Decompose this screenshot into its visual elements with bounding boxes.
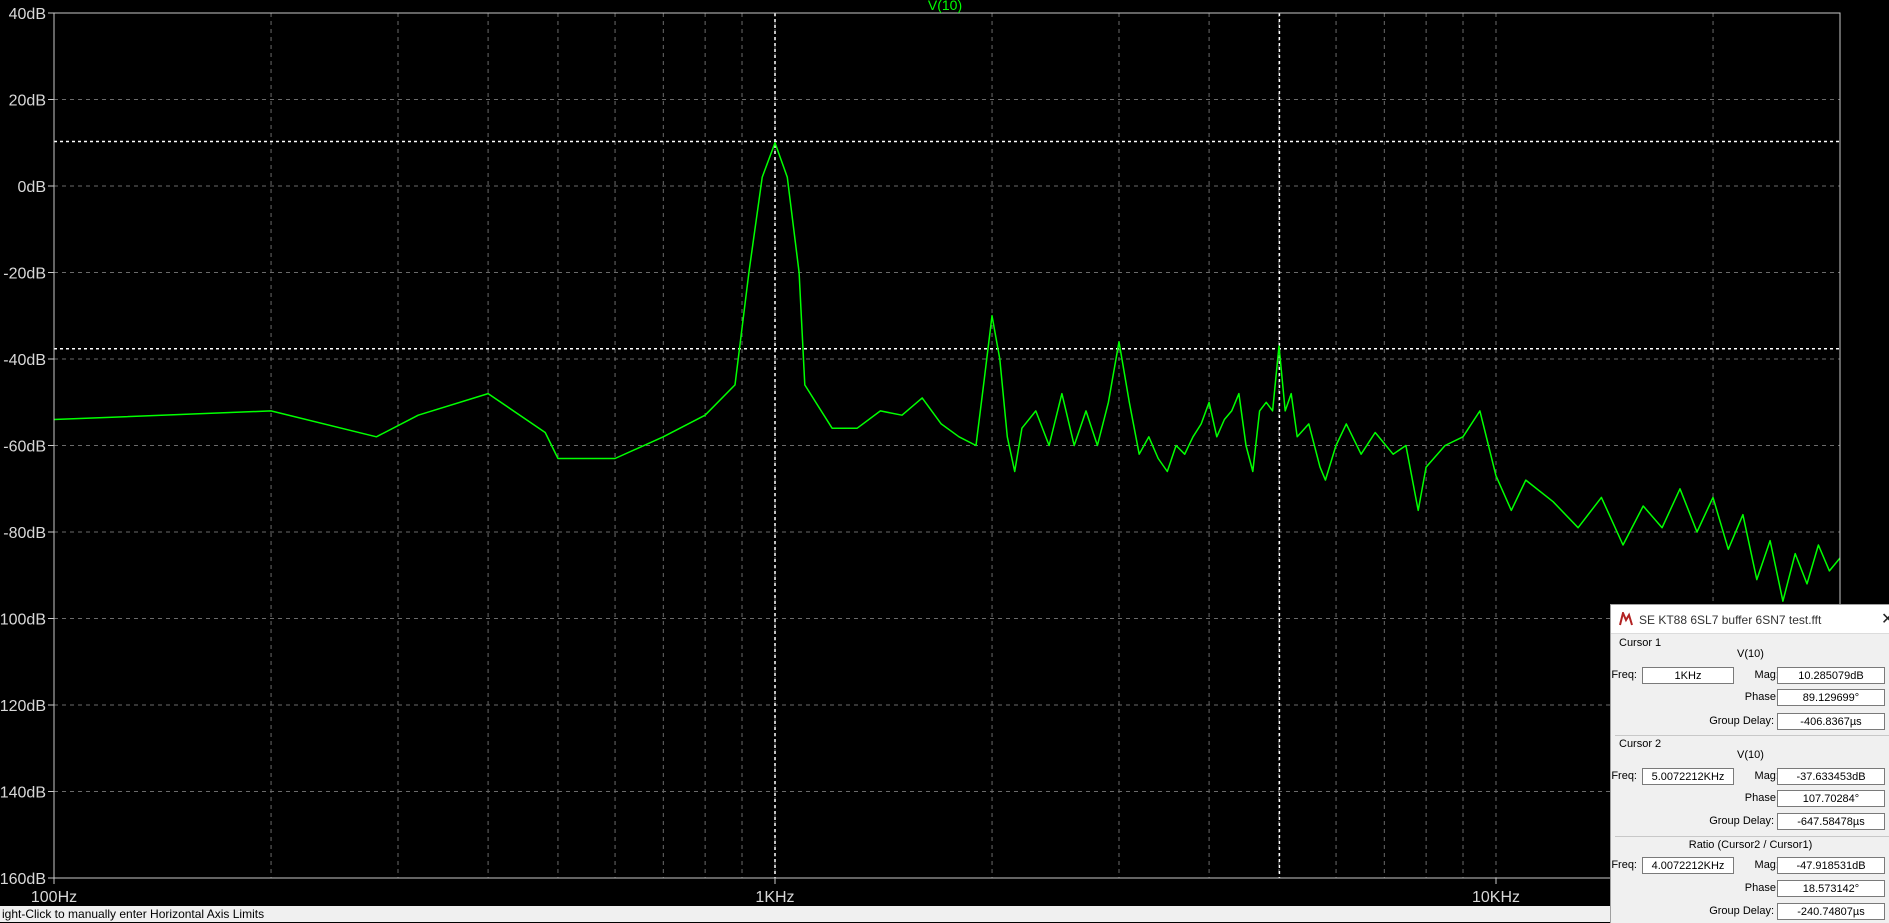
x-tick-label: 10KHz xyxy=(1472,889,1520,906)
y-tick-label: -100dB xyxy=(0,612,46,629)
ratio-freq-field: 4.0072212KHz xyxy=(1642,857,1734,874)
cursor2-signal: V(10) xyxy=(1737,749,1764,761)
waveform-plot[interactable]: 40dB 20dB 0dB -20dB -40dB -60dB -80dB -100dB -12… xyxy=(0,0,1889,922)
cursor2-group-delay-field: -647.58478µs xyxy=(1777,813,1885,830)
status-bar: ight-Click to manually enter Horizontal … xyxy=(0,906,1612,922)
cursor-panel-divider xyxy=(1615,735,1889,736)
ratio-phase-field: 18.573142° xyxy=(1777,880,1885,897)
cursor2-phase-field: 107.70284° xyxy=(1777,790,1885,807)
y-tick-label: 0dB xyxy=(18,179,46,196)
cursor-panel[interactable]: SE KT88 6SL7 buffer 6SN7 test.fft ✕ Curs… xyxy=(1610,604,1889,923)
cursor-panel-divider xyxy=(1615,836,1889,837)
y-tick-label: -20dB xyxy=(3,266,46,283)
y-tick-label: -140dB xyxy=(0,785,46,802)
ratio-mag-label: Mag: xyxy=(1754,859,1779,871)
y-tick-label: -60dB xyxy=(3,439,46,456)
y-tick-label: 20dB xyxy=(9,93,46,110)
ratio-group-delay-field: -240.74807µs xyxy=(1777,903,1885,920)
cursor1-phase-label: Phase: xyxy=(1744,691,1779,703)
ratio-group-delay-label: Group Delay: xyxy=(1709,905,1774,917)
cursor1-group-delay-field: -406.8367µs xyxy=(1777,713,1885,730)
ratio-header: Ratio (Cursor2 / Cursor1) xyxy=(1688,839,1813,851)
cursor2-phase-label: Phase: xyxy=(1744,792,1779,804)
trace-title[interactable]: V(10) xyxy=(928,0,962,13)
cursor2-freq-field[interactable]: 5.0072212KHz xyxy=(1642,768,1734,785)
cursor1-group-delay-label: Group Delay: xyxy=(1709,715,1774,727)
cursor2-mag-label: Mag: xyxy=(1754,770,1779,782)
x-tick-label: 100Hz xyxy=(31,889,77,906)
y-tick-label: 40dB xyxy=(9,6,46,23)
close-icon[interactable]: ✕ xyxy=(1881,609,1889,629)
cursor1-phase-field: 89.129699° xyxy=(1777,689,1885,706)
cursor2-freq-label: Freq: xyxy=(1611,770,1637,782)
cursor1-freq-field[interactable]: 1KHz xyxy=(1642,667,1734,684)
y-tick-label: -40dB xyxy=(3,352,46,369)
ratio-mag-field: -47.918531dB xyxy=(1777,857,1885,874)
cursor1-mag-label: Mag: xyxy=(1754,669,1779,681)
ratio-phase-label: Phase: xyxy=(1744,882,1779,894)
cursor1-mag-field: 10.285079dB xyxy=(1777,667,1885,684)
cursor2-group-delay-label: Group Delay: xyxy=(1709,815,1774,827)
ratio-freq-label: Freq: xyxy=(1611,859,1637,871)
y-tick-label: -160dB xyxy=(0,871,46,888)
cursor-panel-title: SE KT88 6SL7 buffer 6SN7 test.fft xyxy=(1639,613,1822,627)
y-tick-label: -80dB xyxy=(3,525,46,542)
y-tick-label: -120dB xyxy=(0,698,46,715)
ltspice-app-icon xyxy=(1619,612,1633,626)
x-tick-label: 1KHz xyxy=(755,889,794,906)
cursor2-mag-field: -37.633453dB xyxy=(1777,768,1885,785)
cursor-panel-titlebar[interactable]: SE KT88 6SL7 buffer 6SN7 test.fft ✕ xyxy=(1611,605,1889,634)
cursor1-signal: V(10) xyxy=(1737,648,1764,660)
cursor1-freq-label: Freq: xyxy=(1611,669,1637,681)
